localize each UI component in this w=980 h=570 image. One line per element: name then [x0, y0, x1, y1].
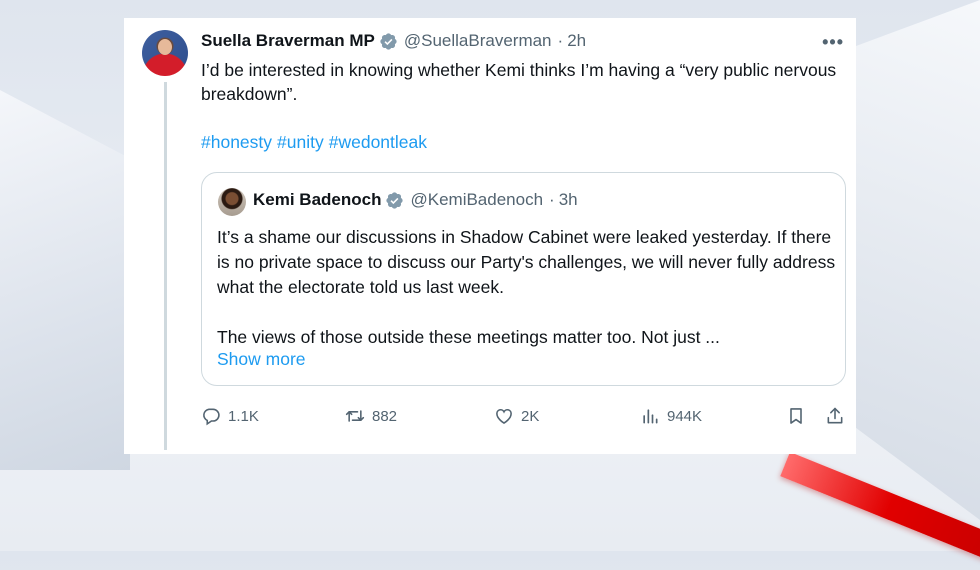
verified-badge-icon	[380, 32, 397, 50]
time-separator: ·	[557, 31, 564, 50]
tweet-card: Suella Braverman MP @SuellaBraverman · 2…	[124, 18, 856, 454]
quoted-tweet-time[interactable]: 3h	[559, 190, 578, 210]
quoted-tweet-header: Kemi Badenoch @KemiBadenoch · 3h	[253, 190, 578, 210]
bookmark-icon	[790, 408, 802, 424]
views-count: 944K	[667, 407, 703, 425]
tweet-header: Suella Braverman MP @SuellaBraverman · 2…	[201, 30, 586, 52]
author-avatar[interactable]	[142, 30, 188, 76]
bookmark-button[interactable]	[786, 404, 806, 428]
background-shape-right	[840, 0, 980, 520]
hashtag-wedontleak[interactable]: #wedontleak	[329, 132, 427, 152]
like-count: 2K	[521, 407, 540, 425]
quoted-author-handle[interactable]: @KemiBadenoch	[410, 190, 543, 210]
share-icon	[827, 407, 843, 424]
reply-button[interactable]: 1.1K	[201, 404, 259, 428]
reply-count: 1.1K	[228, 407, 259, 425]
verified-badge-icon	[386, 191, 404, 209]
background-shape-left	[0, 90, 130, 470]
quoted-tweet[interactable]: Kemi Badenoch @KemiBadenoch · 3h It’s a …	[201, 172, 846, 386]
views-icon	[643, 409, 658, 424]
repost-count: 882	[372, 407, 398, 425]
thread-line	[164, 82, 167, 450]
quoted-paragraph-2: The views of those outside these meeting…	[217, 327, 720, 347]
quoted-time-separator: ·	[549, 190, 555, 209]
repost-button[interactable]: 882	[345, 404, 397, 428]
hashtag-unity[interactable]: #unity	[277, 132, 324, 152]
quoted-author-avatar[interactable]	[218, 188, 246, 216]
repost-icon	[345, 410, 365, 422]
more-icon[interactable]: •••	[822, 32, 844, 53]
action-bar: 1.1K 882 2K 944K	[201, 404, 851, 428]
share-button[interactable]	[825, 404, 845, 428]
quoted-tweet-text: It’s a shame our discussions in Shadow C…	[217, 225, 837, 350]
hashtags: #honesty #unity #wedontleak	[201, 132, 432, 153]
hashtag-honesty[interactable]: #honesty	[201, 132, 272, 152]
show-more-link[interactable]: Show more	[217, 349, 306, 370]
author-handle[interactable]: @SuellaBraverman	[404, 31, 552, 51]
tweet-time[interactable]: 2h	[567, 31, 586, 51]
quoted-author-name[interactable]: Kemi Badenoch	[253, 190, 381, 210]
like-icon	[496, 408, 512, 425]
reply-icon	[203, 408, 220, 426]
views-button[interactable]: 944K	[640, 404, 702, 428]
like-button[interactable]: 2K	[494, 404, 539, 428]
tweet-text: I’d be interested in knowing whether Kem…	[201, 60, 837, 104]
author-name[interactable]: Suella Braverman MP	[201, 31, 375, 51]
quoted-paragraph-1: It’s a shame our discussions in Shadow C…	[217, 227, 836, 297]
